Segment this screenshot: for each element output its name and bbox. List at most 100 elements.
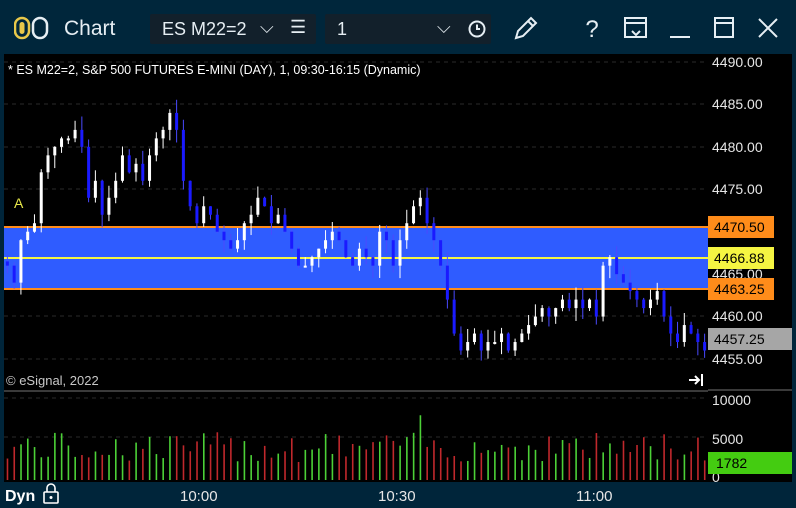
candle-body (615, 257, 619, 275)
volume-bar (500, 444, 503, 480)
candle-body (554, 308, 558, 317)
candle-body (337, 231, 341, 241)
volume-bar (189, 451, 192, 480)
volume-bar (169, 436, 171, 480)
volume-bar (250, 455, 252, 480)
clock-icon[interactable] (467, 19, 487, 39)
volume-bar (148, 436, 151, 480)
candle-body (256, 197, 260, 215)
candle-body (682, 325, 686, 343)
volume-chart[interactable] (4, 392, 708, 482)
candle-body (12, 265, 16, 283)
time-axis[interactable]: Dyn 10:00 10:30 11:00 (0, 482, 796, 508)
svg-text:?: ? (585, 16, 598, 43)
candle-body (303, 265, 307, 268)
volume-bar (67, 445, 70, 480)
close-icon[interactable] (752, 12, 784, 44)
candle-body (32, 223, 36, 232)
volume-bar (494, 451, 496, 480)
volume-bar (588, 457, 591, 480)
pane-divider[interactable] (4, 390, 792, 392)
candle-body (439, 240, 443, 266)
pencil-icon[interactable] (510, 12, 542, 44)
volume-bar (311, 449, 313, 480)
volume-bar (74, 456, 76, 480)
price-axis[interactable]: 4490.00 4485.00 4480.00 4475.00 4465.00 … (708, 54, 792, 482)
volume-bar (182, 445, 185, 480)
candle-body (93, 180, 97, 198)
volume-bar (345, 456, 347, 480)
volume-bar (541, 461, 544, 480)
volume-bar (81, 455, 83, 480)
price-chart[interactable]: * ES M22=2, S&P 500 FUTURES E-MINI (DAY)… (4, 54, 708, 390)
volume-bar (128, 460, 131, 480)
volume-bar (527, 445, 530, 480)
help-icon[interactable]: ? (576, 12, 608, 44)
candle-body (506, 333, 510, 351)
volume-bar (101, 454, 104, 480)
candle-body (310, 257, 314, 266)
volume-bars (6, 415, 706, 480)
symbol-select[interactable]: ES M22=2 ⌵ ☰ (150, 14, 316, 44)
candle-body (418, 197, 422, 207)
candle-body (175, 112, 179, 130)
menu-icon[interactable]: ☰ (290, 17, 306, 38)
volume-bar (629, 451, 632, 480)
volume-tag-last-text: 1782 (716, 455, 747, 471)
chevron-down-icon[interactable]: ⌵ (437, 17, 451, 38)
candle-body (154, 138, 158, 156)
candle-body (276, 214, 280, 224)
candle-body (263, 197, 267, 207)
candle-body (80, 129, 84, 147)
candle-body (134, 163, 138, 173)
volume-bar (548, 436, 550, 480)
price-tick: 4455.00 (712, 351, 763, 367)
volume-bar (622, 440, 625, 480)
copyright: © eSignal, 2022 (6, 373, 99, 388)
volume-bar (142, 448, 144, 480)
volume-bar (561, 440, 564, 480)
volume-bar (636, 444, 638, 480)
volume-bar (257, 460, 259, 480)
volume-bar (26, 438, 29, 480)
minimize-icon[interactable] (664, 12, 696, 44)
candle-body (493, 342, 497, 345)
window-list-icon[interactable] (620, 12, 652, 44)
candle-body (520, 333, 524, 343)
maximize-icon[interactable] (708, 12, 740, 44)
candle-body (696, 333, 700, 343)
candle-body (120, 155, 124, 181)
candle-body (500, 333, 504, 343)
candle-body (391, 240, 395, 266)
volume-bar (615, 453, 618, 480)
volume-bar (121, 455, 124, 480)
symbol-value: ES M22=2 (162, 19, 247, 39)
volume-bar (284, 451, 286, 480)
volume-bar (378, 441, 381, 480)
volume-bar (426, 446, 428, 480)
candle-body (628, 282, 632, 292)
volume-bar (460, 461, 462, 480)
candle-body (208, 206, 212, 215)
candle-body (662, 291, 666, 317)
candle-body (594, 299, 598, 317)
chart-window: Chart ES M22=2 ⌵ ☰ 1 ⌵ ? * ES M22=2, S&P… (0, 0, 796, 508)
time-tick: 11:00 (576, 488, 612, 505)
candle-body (195, 206, 199, 224)
volume-bar (324, 434, 327, 480)
volume-bar (54, 432, 56, 480)
candle-body (567, 299, 571, 309)
candle-body (513, 342, 517, 351)
volume-bar (87, 457, 90, 480)
candle-body (249, 214, 253, 224)
interval-select[interactable]: 1 ⌵ (325, 14, 491, 44)
lock-icon[interactable] (43, 483, 59, 504)
chevron-down-icon[interactable]: ⌵ (260, 17, 274, 38)
scroll-to-end-icon[interactable] (689, 374, 703, 386)
volume-bar (473, 442, 476, 480)
candle-body (425, 197, 429, 224)
candle-body (107, 197, 111, 215)
mode-label[interactable]: Dyn (5, 488, 35, 505)
volume-bar (338, 435, 340, 480)
volume-bar (595, 433, 598, 480)
